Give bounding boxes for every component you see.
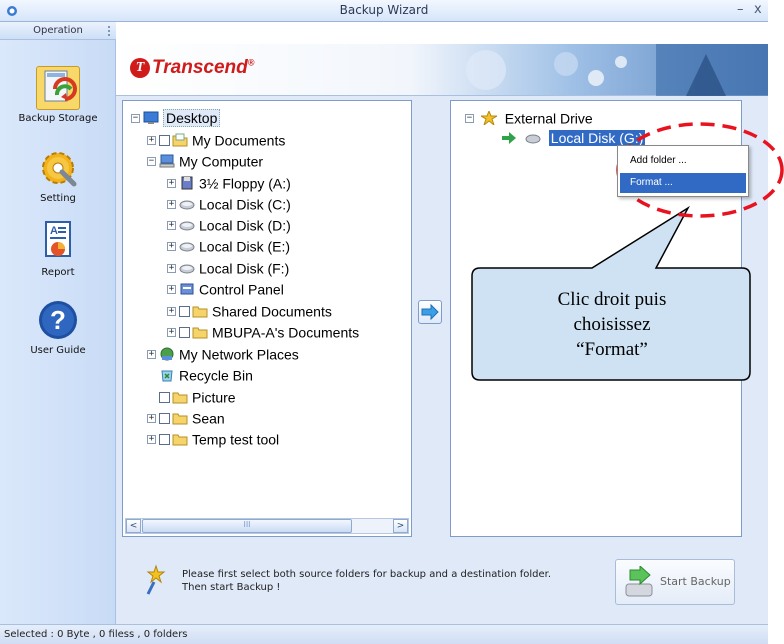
callout-line-3: “Format” — [576, 339, 648, 360]
context-menu: Add folder ... Format ... — [617, 145, 749, 197]
callout-line-2: choisissez — [573, 314, 651, 335]
menu-item-format[interactable]: Format ... — [620, 173, 746, 193]
status-bar: Selected : 0 Byte , 0 filess , 0 folders — [0, 624, 768, 644]
menu-item-add-folder[interactable]: Add folder ... — [620, 151, 746, 171]
callout-text: Clic droit puis choisissez “Format” — [474, 287, 750, 362]
status-text: Selected : 0 Byte , 0 filess , 0 folders — [4, 629, 188, 640]
callout-line-1: Clic droit puis — [557, 289, 667, 310]
